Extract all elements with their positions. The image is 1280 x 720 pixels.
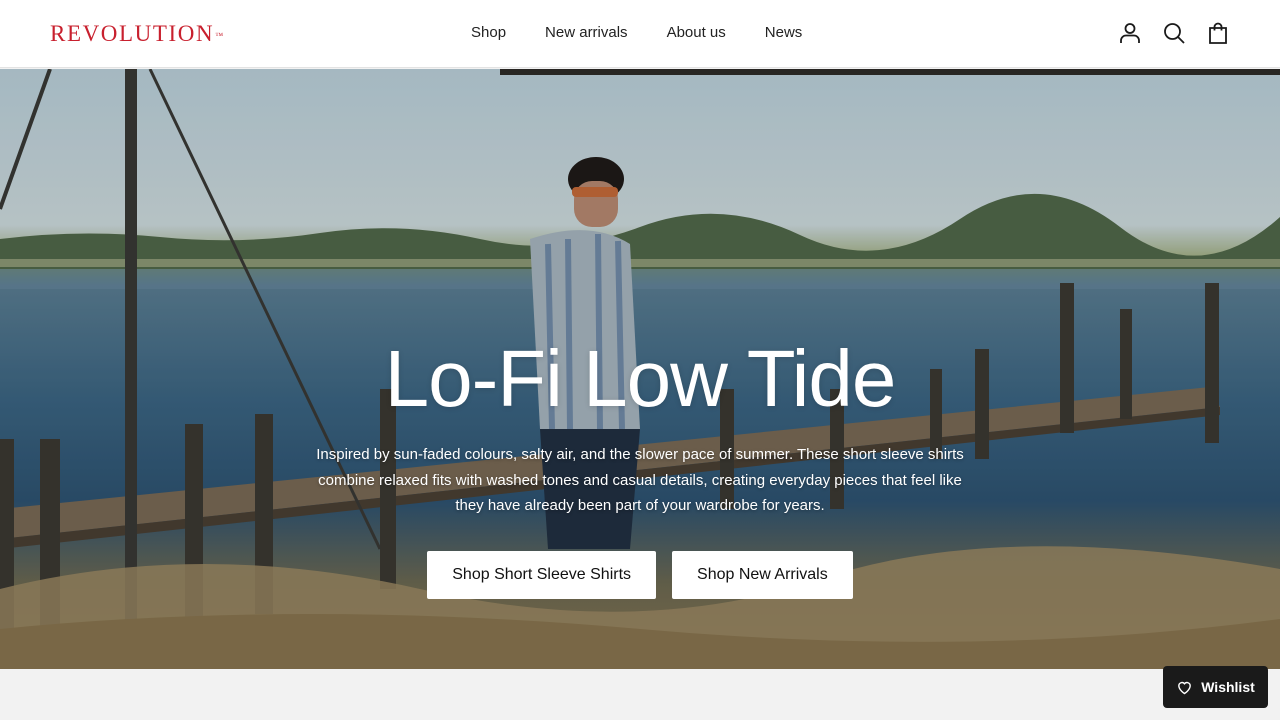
brand-logo[interactable]: REVOLUTION™ [50, 20, 223, 48]
main-nav: Shop New arrivals About us News [471, 23, 802, 43]
cart-icon[interactable] [1206, 20, 1230, 46]
heart-icon [1178, 681, 1192, 694]
hero-banner: Lo-Fi Low Tide Inspired by sun-faded col… [0, 69, 1280, 669]
nav-item-shop[interactable]: Shop [471, 23, 506, 43]
hero-cta-group: Shop Short Sleeve Shirts Shop New Arriva… [0, 551, 1280, 599]
wishlist-button[interactable]: Wishlist [1163, 666, 1268, 708]
shop-short-sleeve-shirts-button[interactable]: Shop Short Sleeve Shirts [427, 551, 657, 599]
site-header: REVOLUTION™ Shop New arrivals About us N… [0, 0, 1280, 68]
brand-trademark: ™ [215, 31, 224, 40]
brand-name: REVOLUTION [50, 21, 215, 46]
hero-title: Lo-Fi Low Tide [384, 334, 897, 423]
nav-item-news[interactable]: News [765, 23, 803, 43]
account-icon[interactable] [1118, 20, 1142, 46]
search-icon[interactable] [1162, 20, 1186, 46]
nav-item-about-us[interactable]: About us [667, 23, 726, 43]
hero-description: Inspired by sun-faded colours, salty air… [316, 446, 964, 514]
shop-new-arrivals-button[interactable]: Shop New Arrivals [672, 551, 853, 599]
wishlist-label: Wishlist [1201, 679, 1255, 695]
nav-item-new-arrivals[interactable]: New arrivals [545, 23, 628, 43]
header-actions [1118, 20, 1230, 46]
